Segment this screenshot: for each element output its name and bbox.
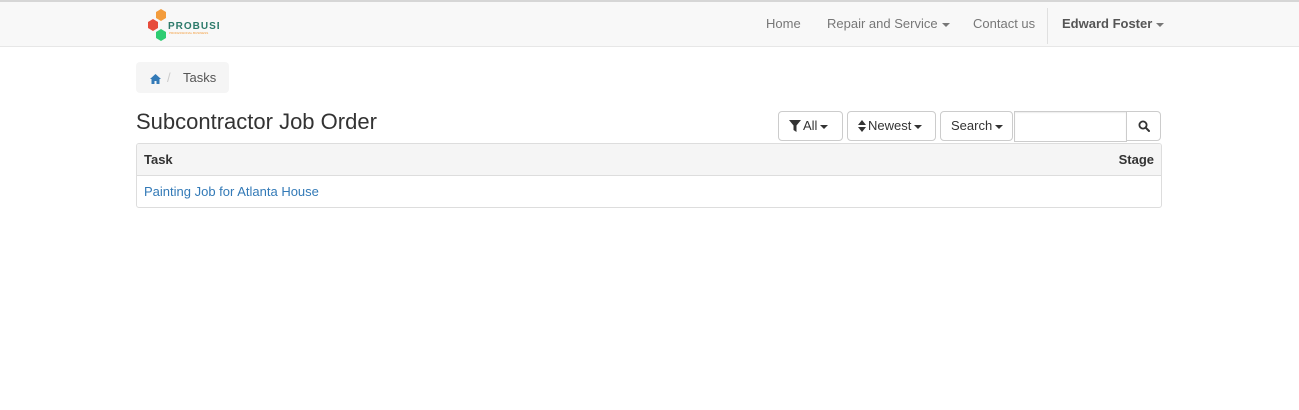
column-header-task[interactable]: Task <box>144 152 173 167</box>
sort-label: Newest <box>868 118 912 133</box>
sort-dropdown-button[interactable]: Newest <box>847 111 936 141</box>
table-row: Painting Job for Atlanta House <box>137 176 1161 207</box>
search-button[interactable] <box>1126 111 1161 141</box>
nav-divider <box>1047 8 1048 44</box>
filter-label: All <box>803 118 818 133</box>
breadcrumb-separator: / <box>167 70 171 85</box>
filter-icon <box>789 114 801 142</box>
user-name: Edward Foster <box>1062 16 1153 31</box>
breadcrumb: / Tasks <box>136 62 229 93</box>
sort-icon <box>858 114 866 142</box>
filter-dropdown-button[interactable]: All <box>778 111 843 141</box>
brand-logo[interactable]: PROBUSE PROFESSIONAL BUSINESS <box>147 8 223 44</box>
table-header: Task Stage <box>137 144 1161 176</box>
svg-text:PROFESSIONAL BUSINESS: PROFESSIONAL BUSINESS <box>169 31 208 35</box>
top-navbar: PROBUSE PROFESSIONAL BUSINESS Home Repai… <box>0 0 1299 47</box>
home-icon[interactable] <box>150 72 161 87</box>
nav-home-label: Home <box>766 16 801 31</box>
nav-home[interactable]: Home <box>766 2 801 47</box>
search-icon <box>1138 120 1150 132</box>
page-title: Subcontractor Job Order <box>136 109 377 134</box>
task-link[interactable]: Painting Job for Atlanta House <box>144 184 319 199</box>
nav-contact[interactable]: Contact us <box>973 2 1035 47</box>
caret-down-icon <box>941 22 950 27</box>
search-field-dropdown-button[interactable]: Search <box>940 111 1013 141</box>
caret-down-icon <box>995 124 1004 129</box>
nav-repair-label: Repair and Service <box>827 16 938 31</box>
column-header-stage[interactable]: Stage <box>1119 152 1154 167</box>
search-input[interactable] <box>1014 111 1127 142</box>
caret-down-icon <box>914 124 923 129</box>
user-menu-dropdown[interactable]: Edward Foster <box>1062 2 1165 47</box>
nav-repair-dropdown[interactable]: Repair and Service <box>827 2 950 47</box>
caret-down-icon <box>1156 22 1165 27</box>
task-table: Task Stage Painting Job for Atlanta Hous… <box>136 143 1162 208</box>
caret-down-icon <box>820 124 829 129</box>
search-menu-label: Search <box>951 118 993 133</box>
breadcrumb-current: Tasks <box>183 70 217 85</box>
nav-contact-label: Contact us <box>973 16 1036 31</box>
